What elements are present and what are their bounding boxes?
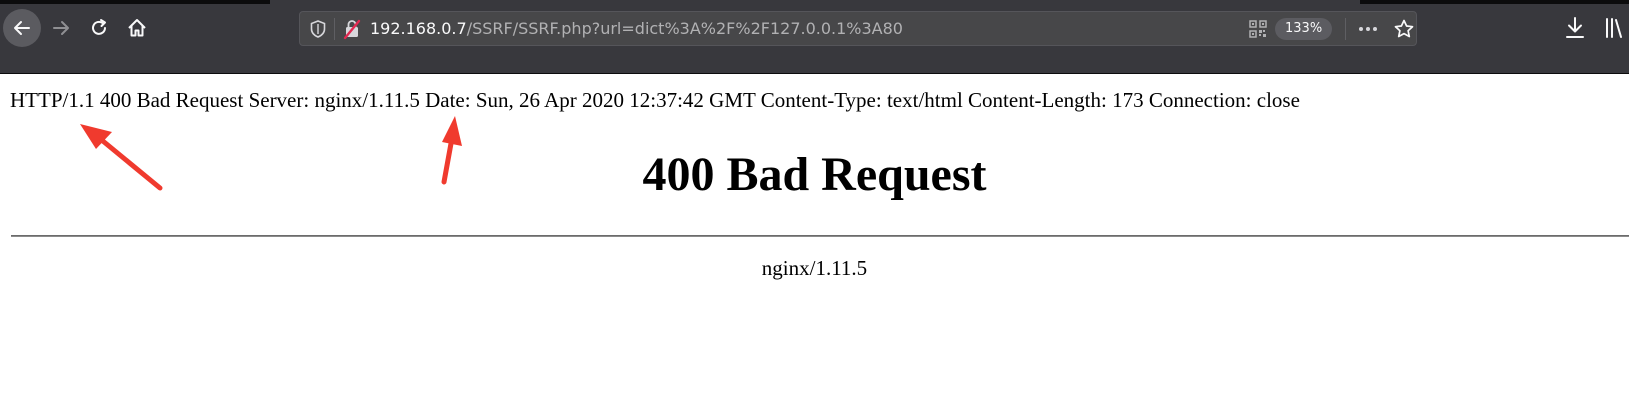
page-content: HTTP/1.1 400 Bad Request Server: nginx/1… — [0, 75, 1629, 413]
page-title: 400 Bad Request — [642, 148, 987, 201]
download-icon[interactable] — [1564, 16, 1586, 44]
library-icon[interactable] — [1603, 16, 1627, 44]
tracking-shield-icon[interactable] — [309, 19, 327, 43]
page-actions-divider — [1345, 18, 1346, 40]
reload-icon — [89, 18, 109, 38]
url-host: 192.168.0.7 — [370, 19, 467, 38]
zoom-level-badge[interactable]: 133% — [1275, 18, 1333, 40]
toolbar-bottom-area — [0, 56, 1629, 74]
horizontal-rule — [11, 235, 1629, 237]
urlbar-divider — [334, 18, 335, 40]
arrow-left-icon — [12, 18, 32, 38]
server-signature: nginx/1.11.5 — [761, 256, 868, 280]
address-bar[interactable]: 192.168.0.7/SSRF/SSRF.php?url=dict%3A%2F… — [299, 11, 1417, 46]
qr-code-icon[interactable] — [1249, 20, 1267, 42]
home-button[interactable] — [118, 9, 156, 47]
back-button[interactable] — [3, 9, 41, 47]
more-dots-icon[interactable] — [1357, 21, 1379, 41]
url-text[interactable]: 192.168.0.7/SSRF/SSRF.php?url=dict%3A%2F… — [370, 19, 903, 39]
active-tab-indicator — [270, 0, 1360, 4]
forward-button[interactable] — [42, 9, 80, 47]
reload-button[interactable] — [80, 9, 118, 47]
browser-toolbar: 192.168.0.7/SSRF/SSRF.php?url=dict%3A%2F… — [0, 0, 1629, 56]
home-icon — [126, 17, 148, 39]
star-icon[interactable] — [1393, 18, 1415, 44]
arrow-right-icon — [51, 18, 71, 38]
insecure-lock-icon[interactable] — [342, 18, 362, 44]
url-path: /SSRF/SSRF.php?url=dict%3A%2F%2F127.0.0.… — [466, 19, 903, 38]
http-response-text: HTTP/1.1 400 Bad Request Server: nginx/1… — [10, 88, 1300, 112]
